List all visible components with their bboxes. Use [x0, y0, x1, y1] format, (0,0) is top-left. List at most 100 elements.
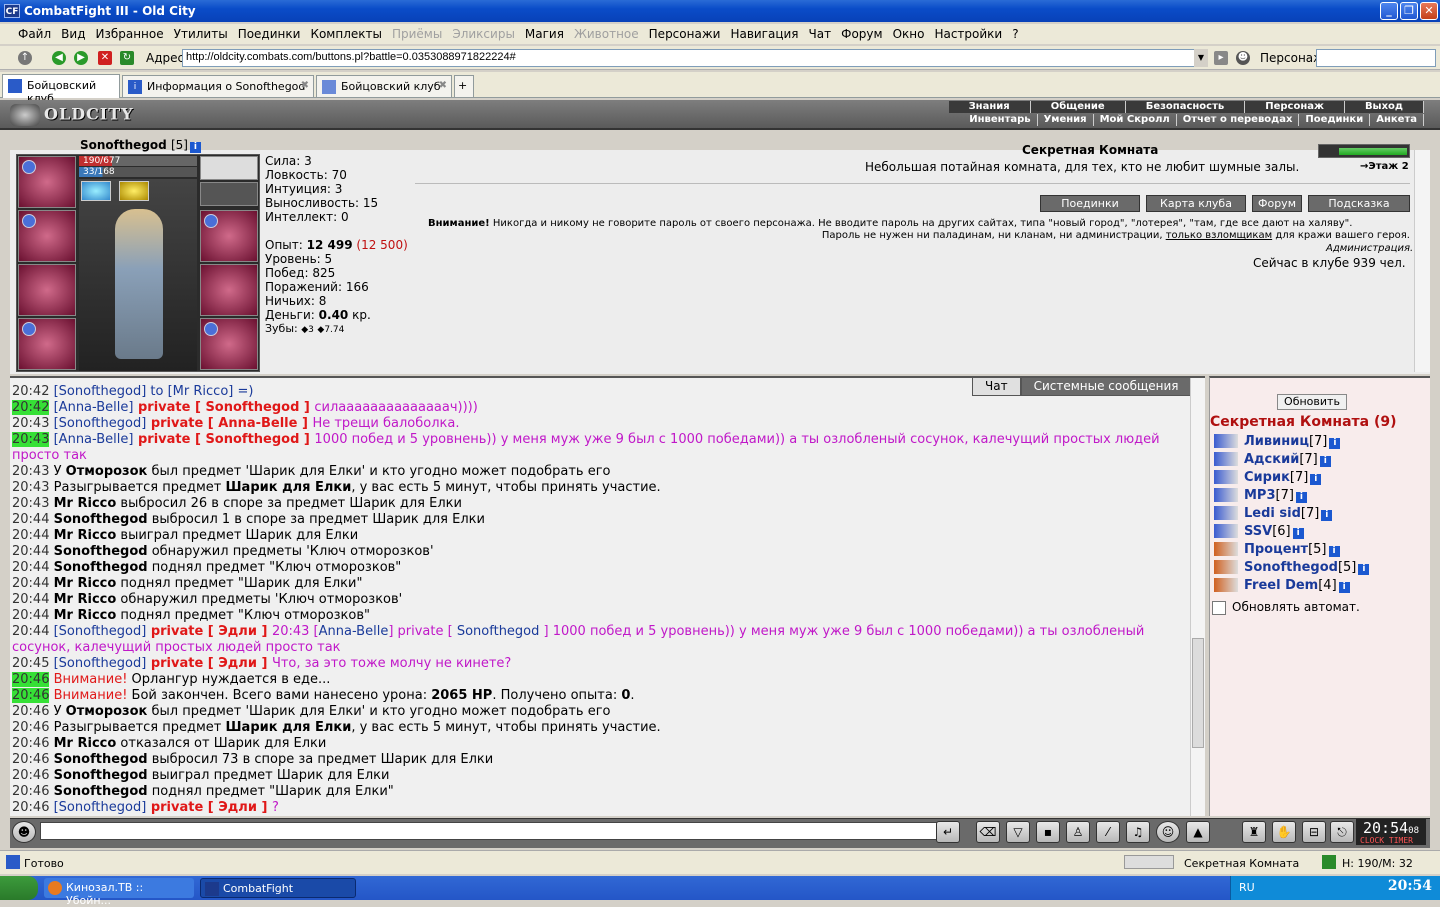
smiley-icon[interactable]: ☺	[1156, 821, 1180, 843]
menu-item-6[interactable]: Приёмы	[392, 27, 442, 41]
info-icon[interactable]: i	[1295, 492, 1307, 503]
tab-info[interactable]: i Информация о Sonofthegod ✖	[122, 75, 314, 97]
info-icon[interactable]: i	[189, 142, 201, 153]
bracer-slot[interactable]	[18, 210, 76, 262]
menu-item-10[interactable]: Персонажи	[649, 27, 721, 41]
refresh-button[interactable]: Обновить	[1277, 394, 1347, 410]
room-user[interactable]: Сирик[7] i	[1214, 470, 1322, 485]
menu-item-15[interactable]: Настройки	[934, 27, 1002, 41]
maximize-button[interactable]: ❐	[1400, 2, 1418, 20]
room-user[interactable]: Адский[7] i	[1214, 452, 1331, 467]
nav-top-2[interactable]: Безопасность	[1126, 101, 1246, 113]
ring-slot[interactable]	[200, 156, 258, 180]
save-icon[interactable]: ▪	[1036, 821, 1060, 843]
refresh-icon[interactable]: ↻	[120, 51, 134, 65]
club-map-button[interactable]: Карта клуба	[1146, 195, 1246, 212]
tab-club-2[interactable]: Бойцовский клуб ✖	[316, 75, 452, 97]
tab-chat[interactable]: Чат	[972, 378, 1021, 396]
info-scrollbar[interactable]	[1414, 150, 1430, 372]
stop-icon[interactable]: ✕	[98, 51, 112, 65]
close-tab-icon[interactable]: ✖	[439, 80, 447, 91]
menu-item-9[interactable]: Животное	[574, 27, 639, 41]
nav-top-1[interactable]: Общение	[1031, 101, 1126, 113]
pin-icon[interactable]: ↑	[18, 51, 32, 65]
boots-slot[interactable]	[200, 318, 258, 370]
menu-item-4[interactable]: Поединки	[238, 27, 301, 41]
minimize-button[interactable]: _	[1380, 2, 1398, 20]
forum-button[interactable]: Форум	[1252, 195, 1302, 212]
nav-bottom-5[interactable]: Анкета	[1370, 114, 1424, 126]
tab-system-messages[interactable]: Системные сообщения	[1020, 378, 1192, 396]
send-icon[interactable]: ↵	[936, 821, 960, 843]
task-browser[interactable]: Кинозал.ТВ :: Убойн...	[44, 878, 194, 907]
back-icon[interactable]: ◀	[52, 51, 66, 65]
info-icon[interactable]: i	[1321, 510, 1333, 521]
tab-club-1[interactable]: Бойцовский клуб	[2, 74, 120, 105]
menu-item-1[interactable]: Вид	[61, 27, 85, 41]
nav-bottom-1[interactable]: Умения	[1038, 114, 1094, 126]
address-input[interactable]: http://oldcity.combats.com/buttons.pl?ba…	[182, 49, 1208, 67]
auto-refresh-checkbox[interactable]: Обновлять автомат.	[1212, 600, 1360, 615]
nav-top-3[interactable]: Персонаж	[1245, 101, 1345, 113]
duels-button[interactable]: Поединки	[1040, 195, 1140, 212]
sound-icon[interactable]: ♫	[1126, 821, 1150, 843]
amulet-slot[interactable]	[200, 182, 258, 206]
bag-icon[interactable]: ♜	[1242, 821, 1266, 843]
hand-icon[interactable]: ✋	[1272, 821, 1296, 843]
armor-slot[interactable]	[18, 318, 76, 370]
room-user[interactable]: МР3[7] i	[1214, 488, 1307, 503]
weapon-slot[interactable]	[18, 264, 76, 316]
person-icon[interactable]: ♙	[1066, 821, 1090, 843]
menu-item-0[interactable]: Файл	[18, 27, 51, 41]
character-name[interactable]: Sonofthegod [5] i	[80, 138, 201, 153]
menu-item-3[interactable]: Утилиты	[174, 27, 228, 41]
nav-bottom-4[interactable]: Поединки	[1299, 114, 1371, 126]
language-indicator[interactable]: RU	[1239, 881, 1255, 894]
menu-item-11[interactable]: Навигация	[730, 27, 798, 41]
room-user[interactable]: Ливиниц[7] i	[1214, 434, 1341, 449]
info-icon[interactable]: i	[1329, 438, 1341, 449]
menu-item-5[interactable]: Комплекты	[310, 27, 382, 41]
shield-slot[interactable]	[200, 264, 258, 316]
room-user[interactable]: Ledi sid[7] i	[1214, 506, 1333, 521]
menu-item-16[interactable]: ?	[1012, 27, 1018, 41]
menu-item-13[interactable]: Форум	[841, 27, 882, 41]
chat-input[interactable]	[40, 822, 944, 840]
info-icon[interactable]: i	[1310, 474, 1322, 485]
menu-item-12[interactable]: Чат	[809, 27, 832, 41]
close-tab-icon[interactable]: ✖	[301, 80, 309, 91]
nav-bottom-2[interactable]: Мой Скролл	[1094, 114, 1177, 126]
hackers-link[interactable]: только взломщикам	[1166, 230, 1272, 241]
gloves-slot[interactable]	[200, 210, 258, 262]
nav-bottom-0[interactable]: Инвентарь	[963, 114, 1038, 126]
exit-icon[interactable]: ⎋	[1330, 821, 1354, 843]
task-combatfight[interactable]: CombatFight	[200, 878, 356, 898]
scroll-thumb[interactable]	[1192, 638, 1204, 748]
room-user[interactable]: Процент[5] i	[1214, 542, 1340, 557]
menu-item-7[interactable]: Эликсиры	[452, 27, 515, 41]
info-icon[interactable]: i	[1358, 564, 1370, 575]
nav-bottom-3[interactable]: Отчет о переводах	[1177, 114, 1300, 126]
floor-link[interactable]: →Этаж 2	[1360, 161, 1409, 172]
nav-top-4[interactable]: Выход	[1345, 101, 1424, 113]
hint-button[interactable]: Подсказка	[1308, 195, 1410, 212]
menu-item-2[interactable]: Избранное	[95, 27, 163, 41]
address-dropdown-icon[interactable]: ▼	[1194, 49, 1208, 67]
chat-scrollbar[interactable]	[1190, 378, 1205, 816]
slash-icon[interactable]: ⁄	[1096, 821, 1120, 843]
room-user[interactable]: SSV[6] i	[1214, 524, 1304, 539]
filter-icon[interactable]: ▽	[1006, 821, 1030, 843]
persona-select[interactable]	[1316, 49, 1436, 67]
menu-item-14[interactable]: Окно	[893, 27, 925, 41]
info-icon[interactable]: i	[1319, 456, 1331, 467]
info-icon[interactable]: i	[1328, 546, 1340, 557]
lock-icon[interactable]: ⊟	[1302, 821, 1326, 843]
go-icon[interactable]: ▸	[1214, 51, 1228, 65]
helmet-slot[interactable]	[18, 156, 76, 208]
smile-menu-icon[interactable]: ☻	[12, 821, 36, 843]
new-tab-button[interactable]: +	[454, 75, 474, 97]
helmet-icon[interactable]: ▲	[1186, 821, 1210, 843]
room-user[interactable]: Freel Dem[4] i	[1214, 578, 1350, 593]
users-icon[interactable]: ☻	[1236, 51, 1250, 65]
room-user[interactable]: Sonofthegod[5] i	[1214, 560, 1370, 575]
